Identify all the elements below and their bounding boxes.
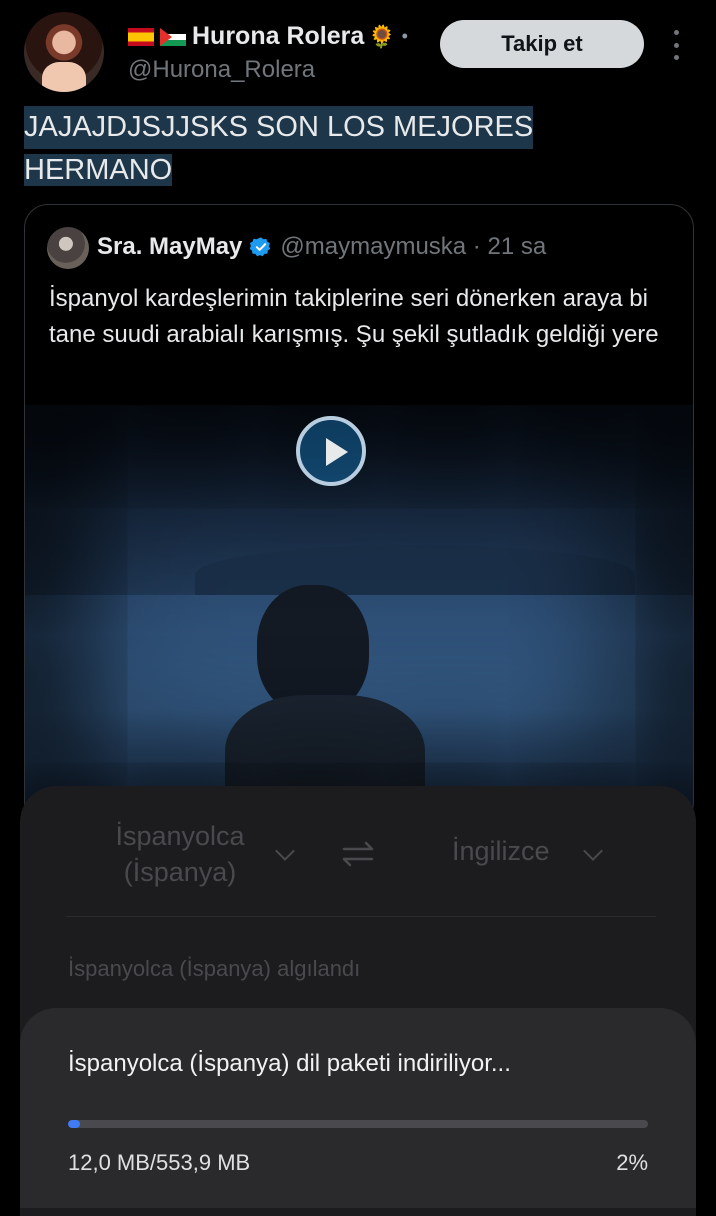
tweet-text: JAJAJDJSJJSKS SON LOS MEJORES HERMANO: [24, 106, 694, 192]
follow-button[interactable]: Takip et: [440, 20, 644, 68]
swap-arrows-icon[interactable]: [342, 840, 376, 868]
download-progress-bar: [68, 1120, 648, 1128]
sunflower-icon: 🌻: [368, 23, 396, 49]
author-handle[interactable]: @Hurona_Rolera: [128, 56, 315, 84]
quoted-tweet-text: İspanyol kardeşlerimin takiplerine seri …: [49, 285, 659, 348]
more-vertical-icon[interactable]: [668, 30, 684, 60]
download-dialog: İspanyolca (İspanya) dil paketi indirili…: [20, 1008, 696, 1208]
chevron-down-icon[interactable]: [583, 841, 603, 861]
quoted-tweet-header: Sra. MayMay @maymaymuska · 21 sa: [97, 233, 546, 261]
source-language-select[interactable]: İspanyolca (İspanya): [90, 818, 270, 890]
quoted-tweet[interactable]: Sra. MayMay @maymaymuska · 21 sa İspanyo…: [24, 204, 694, 826]
quoted-author-avatar[interactable]: [47, 227, 89, 269]
quoted-author-name[interactable]: Sra. MayMay: [97, 233, 242, 261]
download-percent-text: 2%: [616, 1150, 648, 1175]
palestine-flag-icon: [160, 27, 186, 46]
separator-dot: •: [401, 26, 408, 46]
quoted-author-handle-time: @maymaymuska · 21 sa: [280, 233, 547, 260]
author-display-name[interactable]: Hurona Rolera: [192, 22, 364, 51]
spain-flag-icon: [128, 27, 154, 46]
verified-badge-icon: [250, 237, 271, 257]
tweet-text-line-2: HERMANO: [24, 154, 173, 186]
detected-language-text: İspanyolca (İspanya) algılandı: [68, 956, 361, 981]
author-avatar[interactable]: [24, 12, 104, 92]
author-name-row[interactable]: Hurona Rolera 🌻 •: [128, 22, 408, 51]
tweet-header: Hurona Rolera 🌻 • @Hurona_Rolera Takip e…: [0, 0, 716, 100]
download-size-text: 12,0 MB/553,9 MB: [68, 1150, 251, 1175]
chevron-down-icon[interactable]: [275, 841, 295, 861]
download-title: İspanyolca (İspanya) dil paketi indirili…: [68, 1050, 511, 1077]
play-icon[interactable]: [296, 416, 366, 486]
target-language-select[interactable]: İngilizce: [452, 836, 550, 867]
divider: [66, 916, 656, 917]
tweet-text-line-1: JAJAJDJSJJSKS SON LOS MEJORES: [24, 106, 534, 149]
download-progress-fill: [68, 1120, 80, 1128]
